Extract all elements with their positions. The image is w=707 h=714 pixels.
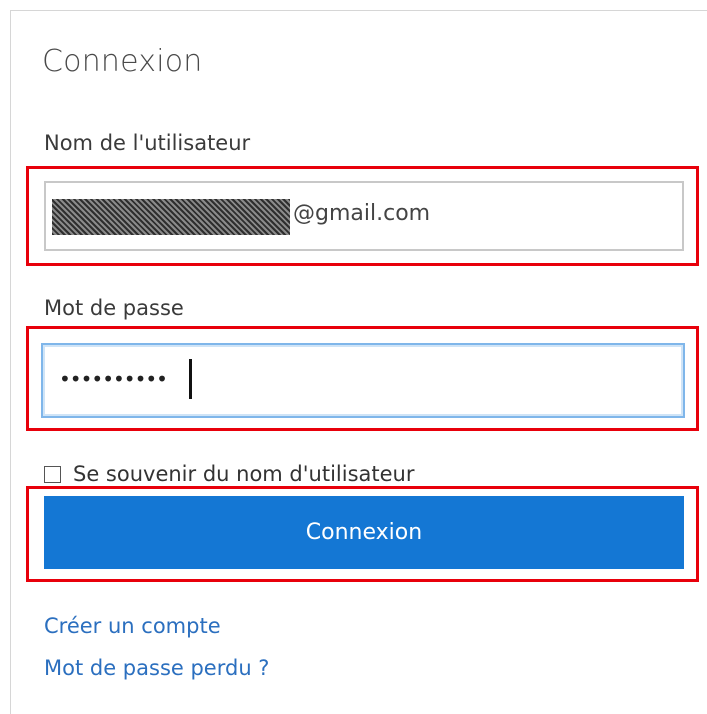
- forgot-password-link[interactable]: Mot de passe perdu ?: [44, 656, 269, 680]
- text-caret: [189, 359, 192, 399]
- login-button[interactable]: Connexion: [44, 496, 684, 569]
- username-label: Nom de l'utilisateur: [44, 131, 251, 155]
- password-label: Mot de passe: [44, 296, 184, 320]
- remember-username-row[interactable]: Se souvenir du nom d'utilisateur: [44, 460, 415, 488]
- remember-username-checkbox[interactable]: [44, 465, 61, 483]
- login-title: Connexion: [42, 44, 203, 79]
- username-domain-text: @gmail.com: [293, 201, 431, 226]
- remember-username-label: Se souvenir du nom d'utilisateur: [73, 462, 415, 486]
- password-mask: ••••••••••: [59, 367, 168, 391]
- password-field[interactable]: ••••••••••: [41, 343, 685, 418]
- create-account-link[interactable]: Créer un compte: [44, 614, 221, 638]
- redacted-username: [52, 199, 290, 235]
- username-field[interactable]: @gmail.com: [44, 181, 684, 251]
